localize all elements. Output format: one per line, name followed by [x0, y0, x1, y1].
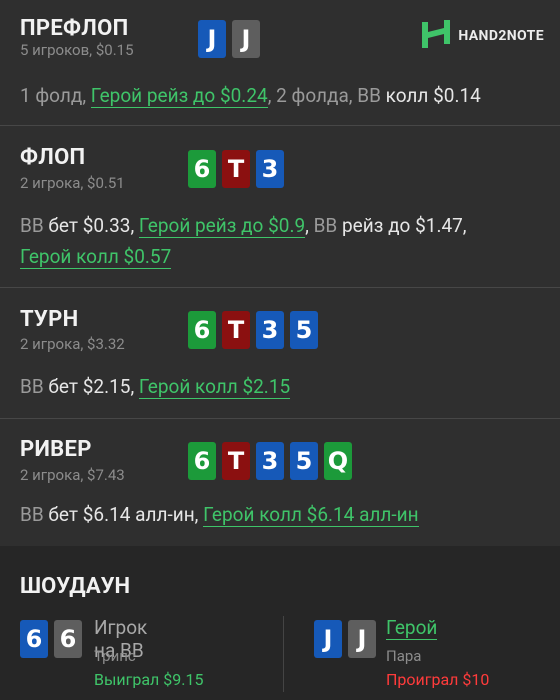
street-subtitle: 2 игрока, $0.51 — [20, 174, 125, 192]
turn-section: ТУРН 2 игрока, $3.32 6 T 3 5 BB бет $2.1… — [0, 288, 560, 419]
action-text: бет $0.33, — [43, 214, 139, 237]
card: 6 — [20, 620, 48, 658]
player-result: Выиграл $9.15 — [94, 670, 204, 689]
card: T — [222, 150, 250, 188]
card: 3 — [256, 311, 284, 349]
player-hand-rank: Пара — [386, 647, 422, 665]
board-cards: 6 T 3 — [188, 150, 284, 188]
card: 6 — [54, 620, 82, 658]
showdown-section: ШОУДАУН 6 6 Игрок на BB Трипс Выиграл $9… — [0, 546, 560, 700]
card: T — [222, 311, 250, 349]
street-subtitle: 5 игроков, $0.15 — [20, 41, 134, 59]
street-title: РИВЕР — [20, 437, 92, 462]
villain-cards: 6 6 — [20, 620, 82, 658]
board-cards: 6 T 3 5 — [188, 311, 318, 349]
card: 5 — [290, 311, 318, 349]
card: 3 — [256, 150, 284, 188]
hero-action-link[interactable]: Герой колл $2.15 — [138, 375, 291, 399]
preflop-section: ПРЕФЛОП 5 игроков, $0.15 J J HAND2NOTE 1… — [0, 0, 560, 126]
action-text: , — [305, 214, 314, 237]
player-label-bb: BB — [20, 214, 44, 237]
board-cards: 6 T 3 5 Q — [188, 442, 352, 480]
card: 6 — [188, 442, 216, 480]
player-result: Проиграл $10 — [386, 670, 490, 689]
action-text: колл $0.14 — [380, 84, 481, 107]
hero-name-link[interactable]: Герой — [386, 616, 438, 640]
divider — [283, 616, 284, 692]
action-text: бет $2.15, — [43, 375, 139, 398]
flop-section: ФЛОП 2 игрока, $0.51 6 T 3 BB бет $0.33,… — [0, 126, 560, 288]
villain-result: 6 6 Игрок на BB Трипс Выиграл $9.15 — [20, 616, 203, 689]
action-text: бет $6.14 алл-ин, — [43, 503, 204, 526]
card: Q — [324, 442, 352, 480]
street-title: ФЛОП — [20, 145, 86, 170]
action-line: BB бет $0.33, Герой рейз до $0.9, BB рей… — [20, 210, 540, 272]
card: J — [232, 20, 260, 58]
h2n-logo-icon — [422, 20, 452, 52]
logo-text: HAND2NOTE — [458, 28, 544, 44]
hero-action-link[interactable]: Герой колл $6.14 алл-ин — [203, 503, 419, 527]
street-title: ПРЕФЛОП — [20, 16, 129, 41]
card: 5 — [290, 442, 318, 480]
card: J — [198, 20, 226, 58]
action-line: BB бет $2.15, Герой колл $2.15 — [20, 371, 540, 402]
river-section: РИВЕР 2 игрока, $7.43 6 T 3 5 Q BB бет $… — [0, 419, 560, 546]
hero-cards: J J — [198, 20, 260, 58]
action-line: 1 фолд, Герой рейз до $0.24, 2 фолда, BB… — [20, 80, 540, 111]
action-text: 1 фолд, — [20, 84, 91, 107]
action-text: , 2 фолда, — [267, 84, 358, 107]
card: 6 — [188, 311, 216, 349]
hero-result: J J Герой Пара Проиграл $10 — [314, 616, 489, 689]
card: J — [348, 620, 376, 658]
action-text: рейз до $1.47, — [337, 214, 467, 237]
showdown-title: ШОУДАУН — [20, 574, 131, 599]
player-name: Герой — [386, 616, 438, 640]
card: J — [314, 620, 342, 658]
player-label-bb: BB — [20, 375, 44, 398]
card: 6 — [188, 150, 216, 188]
hand2note-logo: HAND2NOTE — [422, 20, 544, 52]
card: 3 — [256, 442, 284, 480]
hero-action-link[interactable]: Герой колл $0.57 — [20, 245, 172, 269]
hero-action-link[interactable]: Герой рейз до $0.24 — [90, 84, 268, 108]
player-label-bb: BB — [20, 503, 44, 526]
action-line: BB бет $6.14 алл-ин, Герой колл $6.14 ал… — [20, 499, 540, 530]
street-title: ТУРН — [20, 307, 79, 332]
player-label-bb: BB — [357, 84, 381, 107]
street-subtitle: 2 игрока, $3.32 — [20, 335, 125, 353]
player-hand-rank: Трипс — [94, 647, 136, 665]
card: T — [222, 442, 250, 480]
street-subtitle: 2 игрока, $7.43 — [20, 466, 125, 484]
hero-action-link[interactable]: Герой рейз до $0.9 — [138, 214, 306, 238]
hero-cards: J J — [314, 620, 376, 658]
player-label-bb: BB — [313, 214, 338, 237]
